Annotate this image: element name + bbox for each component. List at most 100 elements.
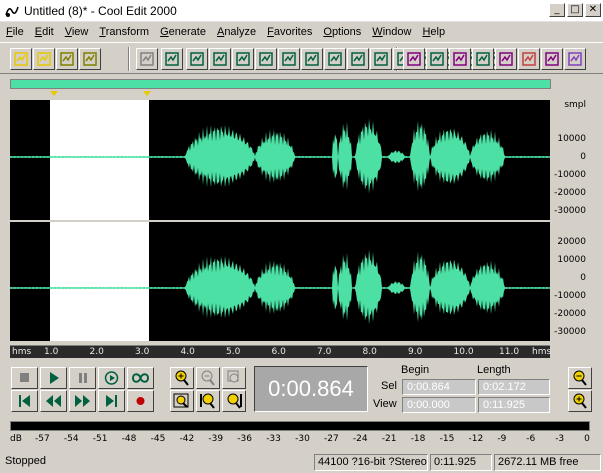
menu-generate[interactable]: Generate bbox=[160, 26, 206, 38]
fast-forward-button[interactable] bbox=[69, 390, 96, 412]
meter-tick-label: -39 bbox=[208, 434, 224, 444]
app-icon[interactable] bbox=[4, 3, 20, 19]
amplitude-ruler: smpl 10000 0 -10000 -20000 -30000 20000 … bbox=[550, 96, 590, 358]
menu-window[interactable]: Window bbox=[372, 26, 411, 38]
cut-button[interactable] bbox=[186, 48, 208, 70]
meter-tick-label: -18 bbox=[410, 434, 426, 444]
meter-tick-label: -48 bbox=[121, 434, 137, 444]
ruler-label: 10000 bbox=[557, 255, 586, 265]
zoom-in-vertical-button[interactable] bbox=[568, 367, 592, 389]
record-button[interactable] bbox=[127, 390, 154, 412]
frequency-button[interactable] bbox=[449, 48, 471, 70]
grid-icon bbox=[430, 52, 444, 66]
zoom-left-button[interactable] bbox=[196, 390, 220, 412]
save-all-button[interactable] bbox=[79, 48, 101, 70]
pause-icon bbox=[79, 373, 87, 383]
checkbox-button[interactable] bbox=[403, 48, 425, 70]
effects-icon bbox=[374, 52, 388, 66]
ruler-label: 20000 bbox=[557, 237, 586, 247]
menu-help[interactable]: Help bbox=[422, 26, 445, 38]
maximize-button[interactable]: □ bbox=[567, 3, 583, 17]
selection-length-field[interactable]: 0:02.172 bbox=[478, 379, 550, 395]
close-button[interactable]: ✕ bbox=[585, 3, 601, 17]
pause-button[interactable] bbox=[69, 367, 96, 389]
menu-favorites[interactable]: Favorites bbox=[267, 26, 312, 38]
undo-button[interactable] bbox=[136, 48, 158, 70]
zoom-in-button[interactable] bbox=[170, 367, 194, 389]
menu-view[interactable]: View bbox=[65, 26, 89, 38]
go-to-start-button[interactable] bbox=[11, 390, 38, 412]
envelope-button[interactable] bbox=[347, 48, 369, 70]
fast-forward-icon bbox=[75, 395, 90, 407]
query-button[interactable] bbox=[518, 48, 540, 70]
paste-button[interactable] bbox=[255, 48, 277, 70]
time-tick-label: 4.0 bbox=[180, 347, 195, 357]
waveform-display[interactable]: smpl 10000 0 -10000 -20000 -30000 20000 … bbox=[10, 96, 590, 358]
ruler-label: -20000 bbox=[554, 188, 586, 198]
cd-button[interactable] bbox=[564, 48, 586, 70]
ruler-label: -30000 bbox=[554, 327, 586, 337]
checkbox-icon bbox=[407, 52, 421, 66]
selection-begin-field[interactable]: 0:00.864 bbox=[402, 379, 476, 395]
loop-play-button[interactable] bbox=[127, 367, 154, 389]
zoom-selection-button[interactable] bbox=[170, 390, 194, 412]
ruler-label: 10000 bbox=[557, 134, 586, 144]
menu-transform[interactable]: Transform bbox=[99, 26, 149, 38]
zoom-out-button[interactable] bbox=[196, 367, 220, 389]
trim-button[interactable] bbox=[209, 48, 231, 70]
play-button[interactable] bbox=[40, 367, 67, 389]
zoom-full-icon bbox=[227, 370, 239, 383]
play-to-end-button[interactable] bbox=[98, 367, 125, 389]
length-header: Length bbox=[477, 364, 511, 376]
paste-special-button[interactable] bbox=[541, 48, 563, 70]
menu-analyze[interactable]: Analyze bbox=[217, 26, 256, 38]
view-begin-field[interactable]: 0:00.000 bbox=[402, 397, 476, 413]
loop-button[interactable] bbox=[161, 48, 183, 70]
meter-tick-label: -3 bbox=[555, 434, 565, 444]
new-file-button[interactable] bbox=[10, 48, 32, 70]
cut-icon bbox=[190, 52, 204, 66]
time-tick-label: 7.0 bbox=[317, 347, 332, 357]
zoom-right-button[interactable] bbox=[222, 390, 246, 412]
mix-paste-button[interactable] bbox=[301, 48, 323, 70]
stop-button[interactable] bbox=[11, 367, 38, 389]
view-length-field[interactable]: 0:11.925 bbox=[478, 397, 550, 413]
zoom-full-button[interactable] bbox=[222, 367, 246, 389]
open-file-button[interactable] bbox=[33, 48, 55, 70]
ruler-label: 0 bbox=[580, 152, 586, 162]
ruler-label: -20000 bbox=[554, 309, 586, 319]
paste-icon bbox=[259, 52, 273, 66]
menu-file[interactable]: File bbox=[6, 26, 24, 38]
save-button[interactable] bbox=[56, 48, 78, 70]
effects-button[interactable] bbox=[370, 48, 392, 70]
spectrum-icon bbox=[476, 52, 490, 66]
channel-left[interactable] bbox=[10, 100, 550, 220]
zoom-out-vertical-button[interactable] bbox=[568, 390, 592, 412]
open-file-icon bbox=[37, 52, 51, 66]
waveform-overview-bar[interactable] bbox=[10, 79, 551, 89]
status-bar: Stopped 44100 ?16-bit ?Stereo 0:11.925 2… bbox=[0, 452, 603, 473]
meter-button[interactable] bbox=[495, 48, 517, 70]
menu-options[interactable]: Options bbox=[323, 26, 361, 38]
meter-tick-label: -6 bbox=[526, 434, 536, 444]
grid-button[interactable] bbox=[426, 48, 448, 70]
spectrum-button[interactable] bbox=[472, 48, 494, 70]
rewind-button[interactable] bbox=[40, 390, 67, 412]
play-icon bbox=[50, 372, 59, 384]
go-to-end-button[interactable] bbox=[98, 390, 125, 412]
channel-right[interactable] bbox=[10, 222, 550, 341]
copy-button[interactable] bbox=[232, 48, 254, 70]
time-tick-label: 3.0 bbox=[135, 347, 150, 357]
envelope-icon bbox=[351, 52, 365, 66]
title-bar: Untitled (8)* - Cool Edit 2000 _ □ ✕ bbox=[0, 0, 603, 22]
status-format: 44100 ?16-bit ?Stereo bbox=[314, 454, 428, 471]
meter-tick-label: -51 bbox=[92, 434, 108, 444]
time-ruler[interactable]: hms hms 1.0 2.0 3.0 4.0 5.0 6.0 7.0 8.0 9.0 10.0 1… bbox=[10, 345, 552, 358]
menu-edit[interactable]: Edit bbox=[35, 26, 54, 38]
cut-scissors-button[interactable] bbox=[278, 48, 300, 70]
zoom-out-icon bbox=[201, 370, 215, 386]
time-unit-label: hms bbox=[532, 347, 552, 357]
minimize-button[interactable]: _ bbox=[549, 3, 565, 17]
meter-tick-label: -54 bbox=[63, 434, 79, 444]
analyze-button[interactable] bbox=[324, 48, 346, 70]
